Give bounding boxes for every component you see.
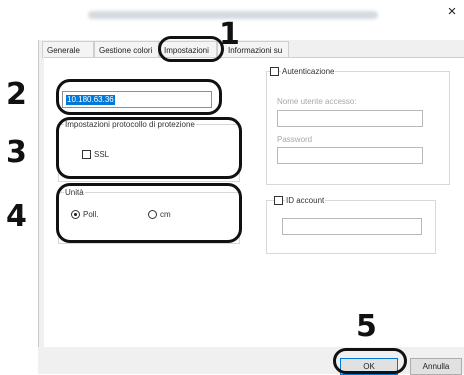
title-bar: ×: [38, 0, 464, 40]
cancel-button[interactable]: Annulla: [410, 358, 462, 375]
callout-ring-3: [56, 117, 242, 179]
id-account-title: ID account: [285, 196, 326, 205]
auth-checkbox[interactable]: [270, 67, 279, 76]
username-label: Nome utente accesso:: [277, 97, 357, 106]
callout-ring-5: [333, 348, 407, 374]
callout-ring-4: [56, 183, 242, 243]
tab-strip: Generale Gestione colori Impostazioni In…: [38, 40, 464, 58]
close-icon[interactable]: ×: [444, 3, 460, 21]
auth-group: [266, 71, 450, 185]
callout-number-1: 1: [219, 17, 240, 52]
id-account-checkbox[interactable]: [274, 196, 283, 205]
username-field[interactable]: [277, 110, 423, 127]
password-label: Password: [277, 135, 313, 144]
password-field[interactable]: [277, 147, 423, 164]
callout-ring-2: [56, 79, 222, 115]
tab-gestione-colori[interactable]: Gestione colori: [94, 41, 159, 58]
auth-group-title: Autenticazione: [281, 67, 336, 76]
callout-number-4: 4: [6, 199, 27, 234]
callout-number-2: 2: [6, 77, 27, 112]
callout-ring-1: [158, 36, 224, 62]
callout-number-3: 3: [6, 135, 27, 170]
tab-generale[interactable]: Generale: [42, 41, 94, 58]
id-account-field[interactable]: [282, 218, 422, 235]
callout-number-5: 5: [356, 309, 377, 344]
